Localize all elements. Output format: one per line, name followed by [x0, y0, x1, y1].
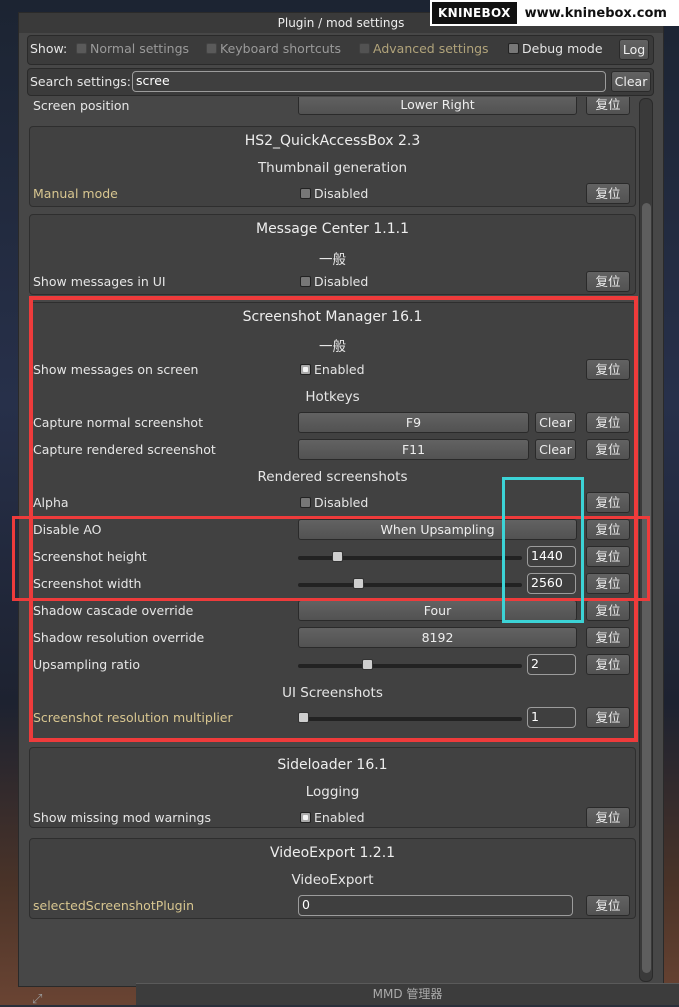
reset-button[interactable]: 复位	[586, 97, 630, 115]
filter-keyboard-shortcuts[interactable]: Keyboard shortcuts	[206, 41, 341, 56]
search-input[interactable]: scree	[132, 71, 606, 92]
plugin-title: VideoExport 1.2.1	[269, 845, 396, 861]
search-clear-button[interactable]: Clear	[611, 71, 651, 92]
watermark-logo: KNINEBOX	[432, 2, 517, 24]
screen-position-dropdown[interactable]: Lower Right	[298, 97, 577, 115]
section-title: 一般	[319, 252, 346, 268]
checkbox-icon	[508, 43, 519, 54]
bottom-bar[interactable]: MMD 管理器	[136, 983, 679, 1005]
screen-position-label: Screen position	[33, 98, 130, 113]
reset-button[interactable]: 复位	[586, 271, 630, 292]
show-label: Show:	[30, 41, 68, 56]
setting-label-show-messages-ui: Show messages in UI	[33, 274, 166, 289]
section-title: Thumbnail generation	[257, 160, 408, 176]
highlight-box-cyan	[502, 477, 584, 623]
checkbox-icon	[359, 43, 370, 54]
checkbox-icon	[76, 43, 87, 54]
reset-button[interactable]: 复位	[586, 183, 630, 204]
selected-screenshot-plugin-input[interactable]: 0	[298, 895, 573, 916]
log-button[interactable]: Log	[619, 39, 649, 60]
watermark: KNINEBOX www.kninebox.com	[430, 0, 679, 26]
checkbox-icon	[300, 188, 311, 199]
filter-normal-settings[interactable]: Normal settings	[76, 41, 189, 56]
setting-label-selected-screenshot-plugin: selectedScreenshotPlugin	[33, 898, 194, 913]
search-label: Search settings:	[30, 74, 131, 89]
filter-debug-mode[interactable]: Debug mode	[508, 41, 603, 56]
show-messages-ui-checkbox[interactable]: Disabled	[300, 274, 368, 289]
reset-button[interactable]: 复位	[586, 895, 630, 916]
checkbox-icon	[206, 43, 217, 54]
setting-label-manual-mode: Manual mode	[33, 186, 118, 201]
plugin-title: Sideloader 16.1	[277, 757, 388, 773]
watermark-url: www.kninebox.com	[524, 5, 667, 21]
setting-label-missing-mod-warnings: Show missing mod warnings	[33, 810, 211, 825]
plugin-title: HS2_QuickAccessBox 2.3	[244, 133, 421, 149]
expand-icon[interactable]: ⤢	[32, 992, 72, 1007]
plugin-title: Message Center 1.1.1	[255, 221, 409, 237]
reset-button[interactable]: 复位	[586, 807, 630, 828]
section-title: VideoExport	[291, 872, 374, 888]
manual-mode-checkbox[interactable]: Disabled	[300, 186, 368, 201]
checkbox-icon	[300, 276, 311, 287]
section-title: Logging	[305, 784, 360, 800]
checkbox-checked-icon	[300, 812, 311, 823]
filter-advanced-settings[interactable]: Advanced settings	[359, 41, 489, 56]
missing-mod-warnings-checkbox[interactable]: Enabled	[300, 810, 365, 825]
